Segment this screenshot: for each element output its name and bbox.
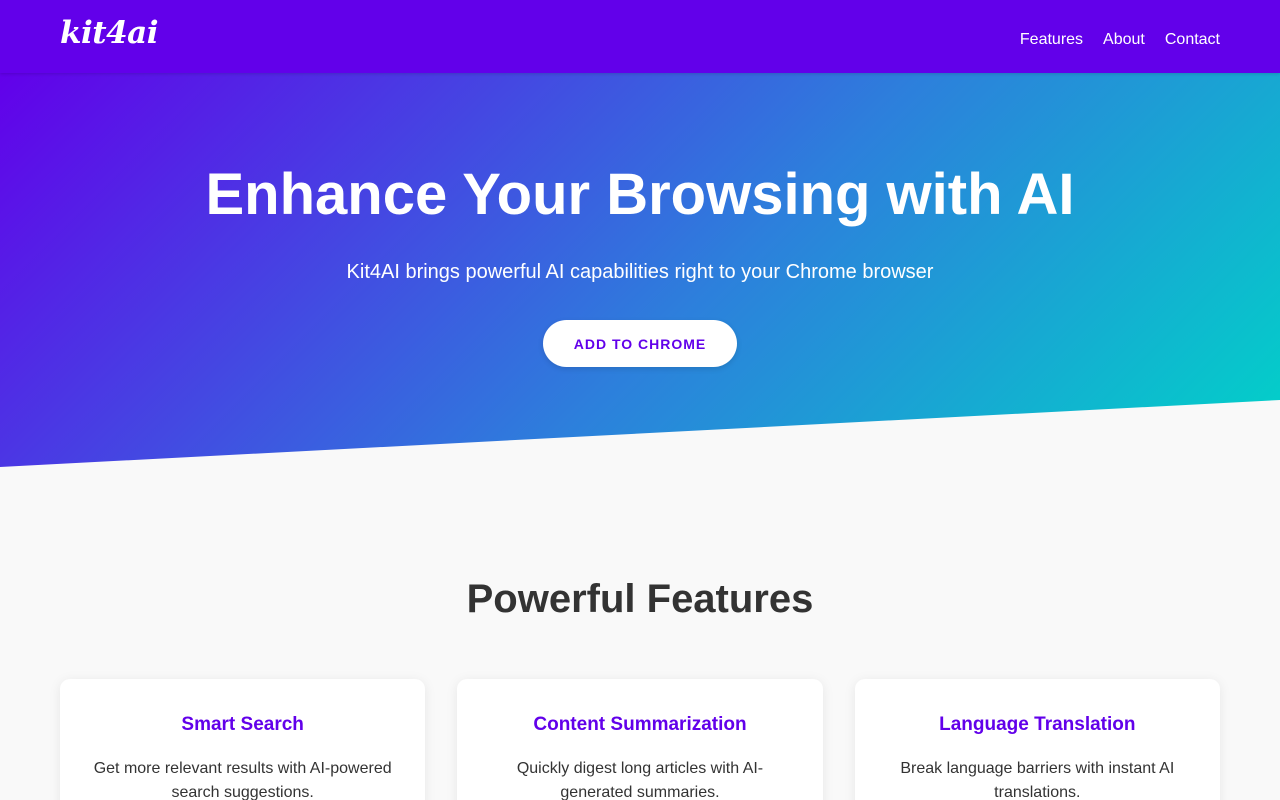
hero-title: Enhance Your Browsing with AI xyxy=(205,162,1075,227)
feature-card-smart-search: Smart Search Get more relevant results w… xyxy=(60,679,426,800)
feature-card-summarization: Content Summarization Quickly digest lon… xyxy=(457,679,823,800)
feature-card-translation: Language Translation Break language barr… xyxy=(854,679,1220,800)
feature-card-description: Get more relevant results with AI-powere… xyxy=(93,760,392,800)
navbar: kit4ai Features About Contact xyxy=(0,0,1280,73)
feature-card-title: Content Summarization xyxy=(533,714,747,735)
feature-card-description: Quickly digest long articles with AI-gen… xyxy=(516,760,764,800)
nav-links: Features About Contact xyxy=(1020,31,1220,49)
hero-subtitle: Kit4AI brings powerful AI capabilities r… xyxy=(346,261,934,283)
feature-cards: Smart Search Get more relevant results w… xyxy=(60,679,1220,800)
logo[interactable]: kit4ai xyxy=(60,15,159,51)
hero-section: Enhance Your Browsing with AI Kit4AI bri… xyxy=(0,73,1280,467)
nav-link-contact[interactable]: Contact xyxy=(1165,31,1220,49)
nav-link-about[interactable]: About xyxy=(1103,31,1145,49)
feature-card-title: Language Translation xyxy=(939,714,1136,735)
feature-card-description: Break language barriers with instant AI … xyxy=(900,760,1175,800)
feature-card-title: Smart Search xyxy=(181,714,304,735)
features-title: Powerful Features xyxy=(466,577,814,621)
add-to-chrome-button[interactable]: ADD TO CHROME xyxy=(543,320,737,367)
nav-link-features[interactable]: Features xyxy=(1020,31,1083,49)
